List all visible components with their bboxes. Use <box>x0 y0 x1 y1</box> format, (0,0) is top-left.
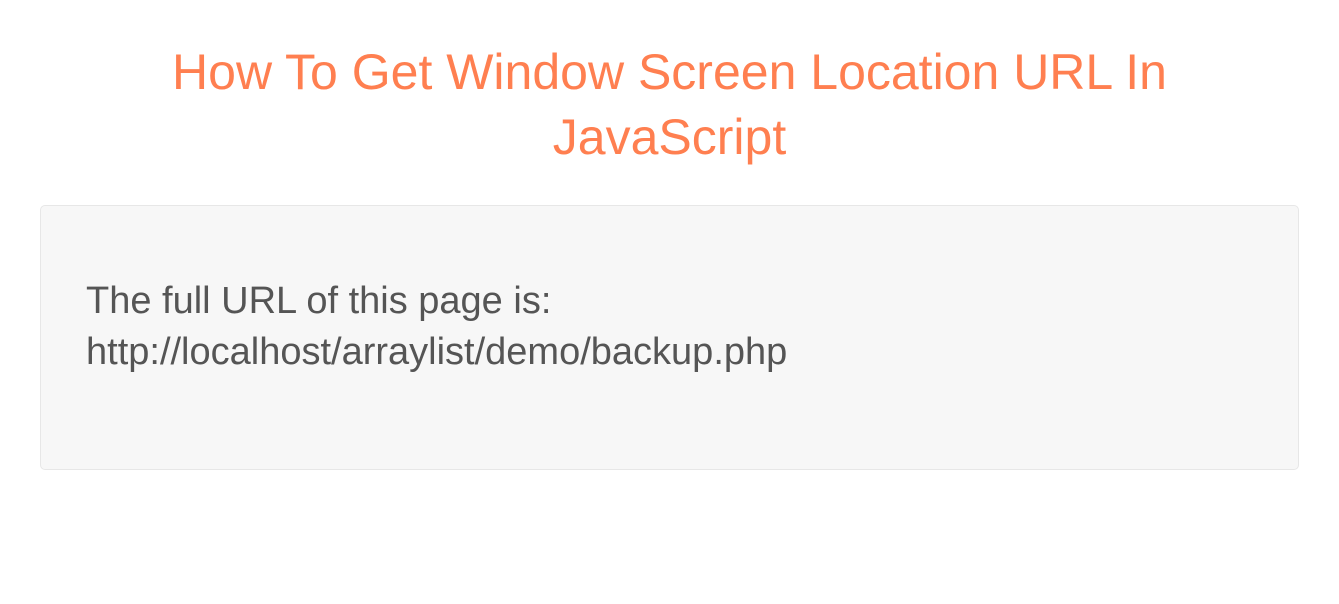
url-label: The full URL of this page is: <box>86 280 551 322</box>
content-panel: The full URL of this page is: http://loc… <box>40 205 1299 470</box>
page-title: How To Get Window Screen Location URL In… <box>30 40 1309 170</box>
url-value: http://localhost/arraylist/demo/backup.p… <box>86 331 787 373</box>
url-display-text: The full URL of this page is: http://loc… <box>86 276 1253 379</box>
